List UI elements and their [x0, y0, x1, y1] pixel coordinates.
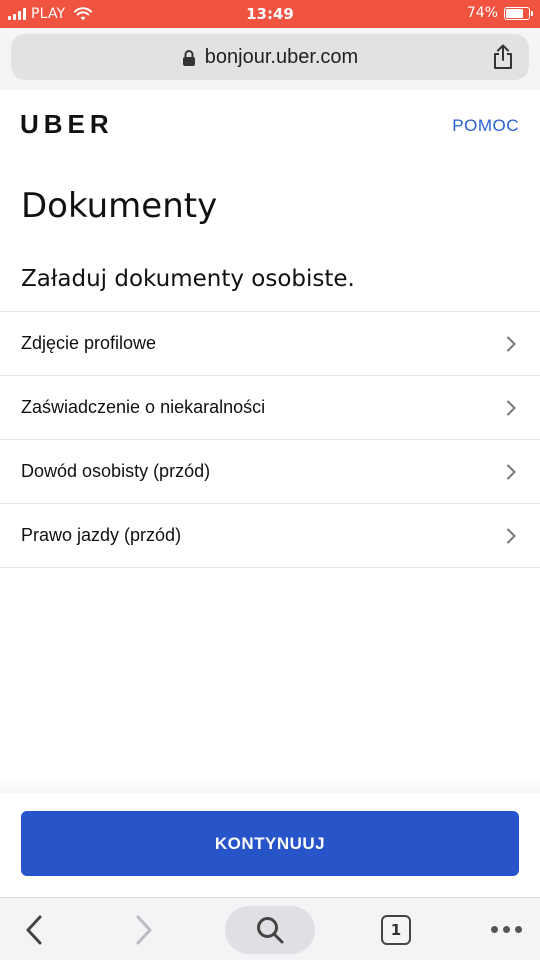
more-button[interactable] — [486, 898, 526, 960]
chevron-right-icon — [507, 464, 516, 480]
document-item-label: Prawo jazdy (przód) — [21, 525, 182, 545]
browser-address-area: bonjour.uber.com — [0, 28, 540, 90]
back-icon — [26, 915, 42, 944]
chevron-right-icon — [507, 400, 516, 416]
document-item-label: Zdjęcie profilowe — [21, 333, 157, 353]
back-button[interactable] — [14, 898, 54, 960]
document-item-id-card[interactable]: Dowód osobisty (przód) — [0, 440, 540, 504]
share-icon[interactable] — [491, 44, 515, 70]
tabs-icon: 1 — [381, 914, 411, 945]
chevron-right-icon — [507, 336, 516, 352]
forward-icon — [136, 915, 152, 944]
address-bar[interactable]: bonjour.uber.com — [11, 34, 529, 80]
page-title: Dokumenty — [21, 186, 218, 226]
more-icon — [490, 926, 522, 933]
page-subtitle: Załaduj dokumenty osobiste. — [21, 266, 355, 292]
lock-icon — [182, 49, 195, 66]
tabs-button[interactable]: 1 — [378, 898, 414, 960]
browser-toolbar: 1 — [0, 897, 540, 960]
document-item-drivers-license[interactable]: Prawo jazdy (przód) — [0, 504, 540, 568]
help-link[interactable]: POMOC — [452, 116, 519, 136]
continue-button[interactable]: KONTYNUUJ — [21, 811, 519, 876]
document-item-label: Zaświadczenie o niekaralności — [21, 397, 266, 417]
document-list: Zdjęcie profilowe Zaświadczenie o niekar… — [0, 311, 540, 568]
status-bar: PLAY 13:49 74% — [0, 0, 540, 28]
search-button[interactable] — [225, 898, 315, 960]
button-area-divider — [0, 775, 540, 793]
document-item-profile-photo[interactable]: Zdjęcie profilowe — [0, 312, 540, 376]
status-bar-right: 74% — [466, 5, 533, 21]
chevron-right-icon — [507, 528, 516, 544]
document-item-label: Dowód osobisty (przód) — [21, 461, 211, 481]
battery-icon — [504, 6, 533, 20]
url-text: bonjour.uber.com — [204, 46, 359, 68]
document-item-criminal-record[interactable]: Zaświadczenie o niekaralności — [0, 376, 540, 440]
address-center: bonjour.uber.com — [11, 46, 529, 69]
search-icon — [257, 916, 284, 943]
search-pill — [225, 905, 315, 954]
status-time: 13:49 — [246, 5, 294, 23]
forward-button[interactable] — [124, 898, 164, 960]
battery-percent: 74% — [466, 5, 498, 21]
uber-logo: UBER — [20, 109, 114, 139]
